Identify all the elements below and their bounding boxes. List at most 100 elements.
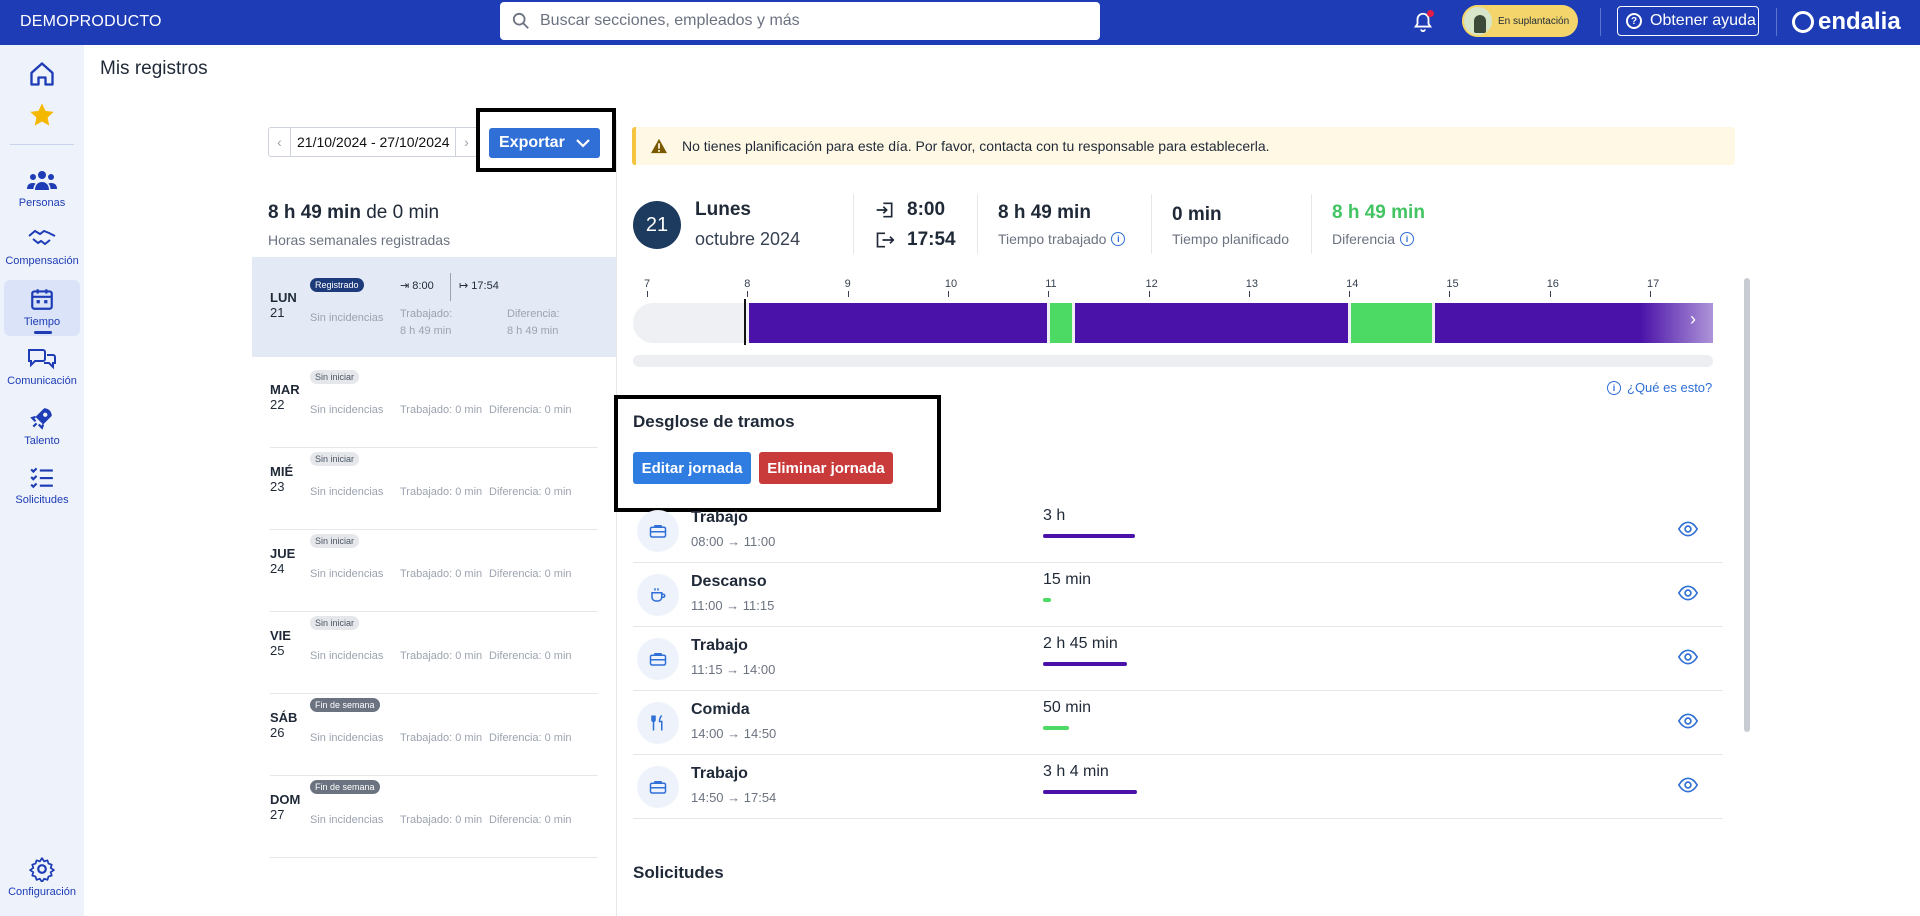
eye-icon[interactable] — [1678, 649, 1698, 665]
sidebar: Personas Compensación Tiempo Comunicació… — [0, 45, 84, 916]
briefcase-icon — [637, 766, 679, 808]
day-row[interactable]: VIE 25 Sin iniciar Sin incidencias Trabajado… — [252, 611, 616, 693]
clock-in-time: 8:00 — [412, 280, 434, 292]
divider — [1600, 8, 1601, 36]
next-week-button[interactable]: › — [455, 128, 477, 156]
timeline-tick — [1048, 291, 1050, 297]
day-row[interactable]: SÁB 26 Fin de semana Sin incidencias Trabaja… — [252, 693, 616, 775]
incidences-text: Sin incidencias — [310, 814, 384, 826]
timeline-hour-label: 9 — [844, 278, 851, 290]
day-name: JUE — [270, 546, 296, 561]
company-name[interactable]: DEMOPRODUCTO — [20, 13, 162, 31]
divider — [977, 194, 978, 254]
day-number: 24 — [270, 561, 285, 576]
sidebar-item-personas[interactable]: Personas — [0, 167, 84, 209]
weekly-total: 8 h 49 min de 0 min — [268, 202, 439, 224]
horizontal-scrollbar[interactable] — [633, 355, 1713, 367]
segment-duration: 3 h 4 min — [1043, 763, 1109, 780]
sidebar-item-solicitudes[interactable]: Solicitudes — [0, 464, 84, 506]
what-is-this-link[interactable]: i ¿Qué es esto? — [1607, 380, 1712, 395]
difference-value: Diferencia: 0 min — [489, 732, 572, 744]
timeline-tick — [1148, 291, 1150, 297]
info-icon[interactable]: i — [1111, 232, 1126, 246]
sidebar-item-label: Configuración — [8, 886, 76, 898]
delete-day-button[interactable]: Eliminar jornada — [759, 452, 893, 484]
date-range-value[interactable]: 21/10/2024 - 27/10/2024 — [291, 134, 451, 150]
segment-row[interactable]: Descanso 11:00 → 11:15 15 min — [633, 563, 1723, 627]
day-row[interactable]: MIÉ 23 Sin iniciar Sin incidencias Trabajado… — [252, 447, 616, 529]
day-row[interactable]: LUN 21 Registrado Sin incidencias ⇥ 8:00 ↦ 17… — [252, 257, 616, 357]
segment-time-range: 14:50 → 17:54 — [691, 790, 777, 805]
day-row[interactable]: JUE 24 Sin iniciar Sin incidencias Trabajado… — [252, 529, 616, 611]
sidebar-item-label: Comunicación — [7, 375, 77, 387]
segment-type: Trabajo — [691, 509, 748, 526]
vertical-scrollbar[interactable] — [1744, 278, 1750, 732]
difference-value: Diferencia: 0 min — [489, 568, 572, 580]
info-icon[interactable]: i — [1400, 232, 1415, 246]
planned-time-label: Tiempo planificado — [1172, 231, 1289, 247]
divider — [10, 144, 74, 145]
people-icon — [27, 171, 57, 190]
sidebar-item-favorites[interactable] — [0, 101, 84, 129]
chat-icon — [28, 349, 56, 370]
incidences-text: Sin incidencias — [310, 568, 384, 580]
sidebar-item-label: Tiempo — [23, 316, 61, 328]
timeline-hour-label: 17 — [1647, 278, 1660, 290]
worked-time-value: 8 h 49 min — [998, 202, 1091, 223]
sidebar-item-home[interactable] — [0, 60, 84, 88]
segment-row[interactable]: Trabajo 11:15 → 14:00 2 h 45 min — [633, 627, 1723, 691]
search-placeholder: Buscar secciones, empleados y más — [540, 12, 800, 29]
worked-value: Trabajado: 0 min — [400, 650, 483, 662]
search-input[interactable]: Buscar secciones, empleados y más — [500, 2, 1100, 40]
prev-week-button[interactable]: ‹ — [269, 128, 291, 156]
eye-icon[interactable] — [1678, 777, 1698, 793]
timeline-hour-label: 13 — [1245, 278, 1259, 290]
impersonation-badge: En suplantación — [1498, 15, 1570, 27]
incidences-text: Sin incidencias — [310, 404, 384, 416]
logo-text: endalia — [1818, 8, 1901, 35]
endalia-logo[interactable]: endalia — [1792, 8, 1901, 36]
divider — [270, 857, 598, 858]
timeline-work-segment[interactable] — [1075, 303, 1349, 343]
timeline-tick — [1549, 291, 1551, 297]
chevron-right-icon[interactable]: › — [1690, 309, 1696, 330]
segment-row[interactable]: Trabajo 14:50 → 17:54 3 h 4 min — [633, 755, 1723, 819]
weekly-total-value: 8 h 49 min — [268, 202, 361, 223]
segment-row[interactable]: Trabajo 08:00 → 11:00 3 h — [633, 499, 1723, 563]
timeline-fade — [1640, 303, 1713, 343]
date-range-picker[interactable]: ‹ 21/10/2024 - 27/10/2024 › — [268, 127, 478, 157]
user-menu[interactable]: En suplantación — [1462, 5, 1578, 37]
segment-row[interactable]: Comida 14:00 → 14:50 50 min — [633, 691, 1723, 755]
month-year: octubre 2024 — [695, 229, 801, 249]
timeline-break-segment[interactable] — [1351, 303, 1432, 343]
sidebar-item-label: Talento — [24, 435, 60, 447]
segment-duration-bar — [1043, 534, 1135, 538]
help-button[interactable]: ? Obtener ayuda — [1617, 6, 1759, 36]
coffee-icon — [637, 574, 679, 616]
sidebar-item-compensacion[interactable]: Compensación — [0, 225, 84, 267]
status-badge: Sin iniciar — [310, 534, 360, 548]
eye-icon[interactable] — [1678, 713, 1698, 729]
sidebar-item-configuracion[interactable]: Configuración — [0, 856, 84, 898]
worked-value: Trabajado: 0 min — [400, 814, 483, 826]
eye-icon[interactable] — [1678, 585, 1698, 601]
sidebar-item-talento[interactable]: Talento — [0, 405, 84, 447]
eye-icon[interactable] — [1678, 521, 1698, 537]
sidebar-item-tiempo[interactable]: Tiempo — [0, 286, 84, 328]
warning-icon — [651, 138, 667, 154]
day-row[interactable]: DOM 27 Fin de semana Sin incidencias Trabaja… — [252, 775, 616, 857]
timeline-break-segment[interactable] — [1050, 303, 1073, 343]
export-button[interactable]: Exportar — [489, 128, 600, 158]
clock-out: ↦ 17:54 — [459, 280, 499, 292]
timeline-work-segment[interactable] — [749, 303, 1048, 343]
status-badge: Sin iniciar — [310, 616, 360, 630]
timeline-tick — [947, 291, 949, 297]
day-row[interactable]: MAR 22 Sin iniciar Sin incidencias Trabajado… — [252, 365, 616, 447]
segment-time-range: 14:00 → 14:50 — [691, 726, 777, 741]
difference-value: 8 h 49 min — [507, 325, 559, 337]
difference-value: Diferencia: 0 min — [489, 404, 572, 416]
worked-value: Trabajado: 0 min — [400, 568, 483, 580]
timeline-tick — [1349, 291, 1351, 297]
edit-day-button[interactable]: Editar jornada — [633, 452, 751, 484]
sidebar-item-comunicacion[interactable]: Comunicación — [0, 345, 84, 387]
